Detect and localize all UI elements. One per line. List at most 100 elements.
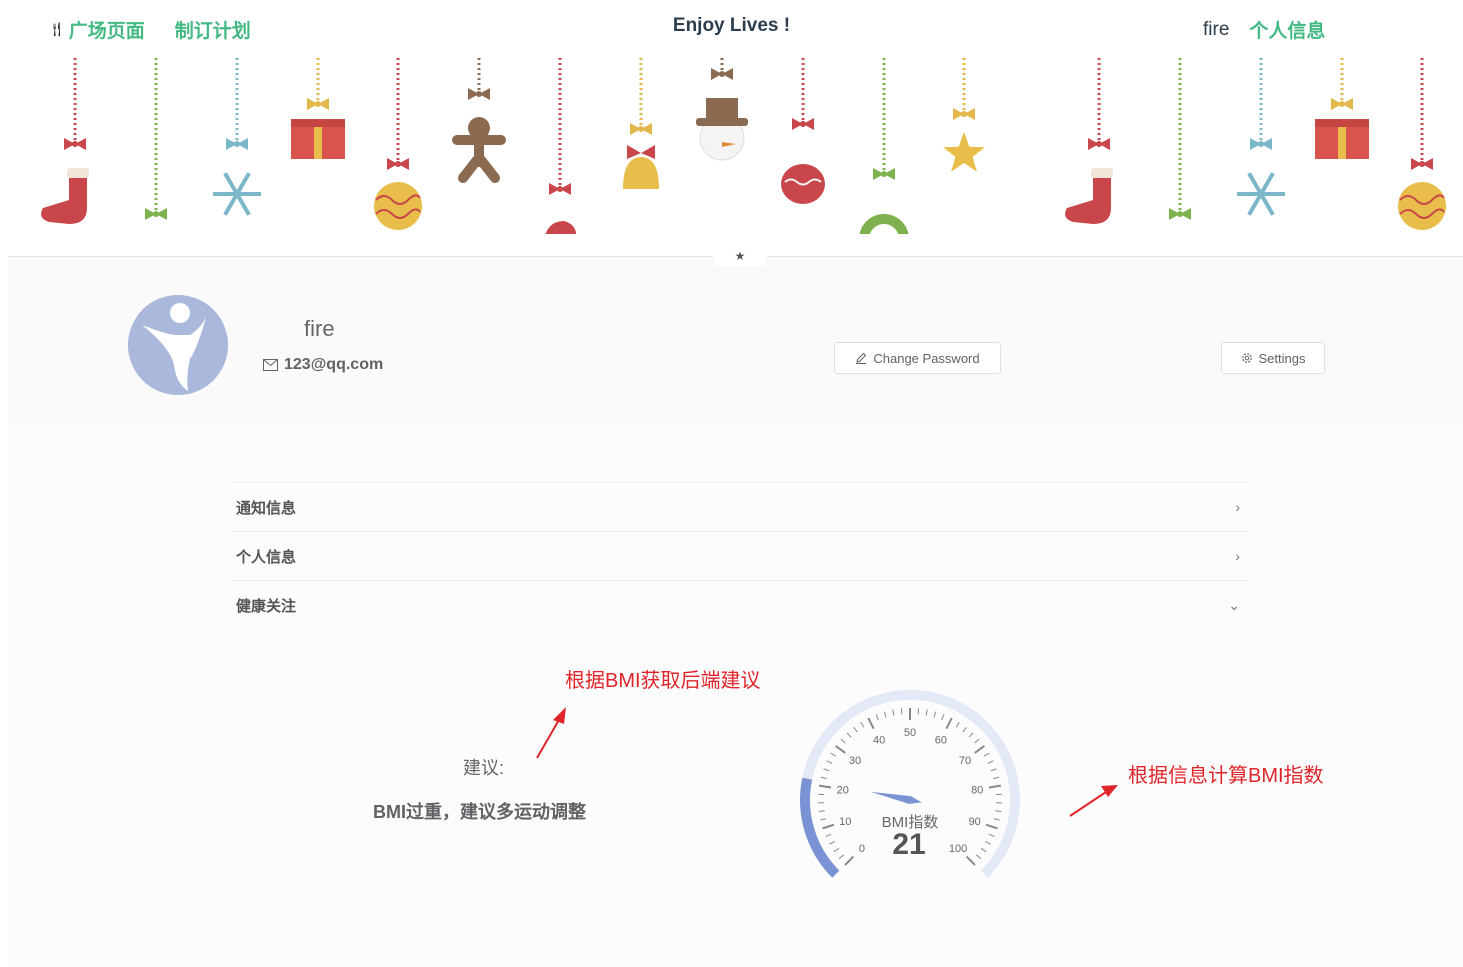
chevron-right-icon: ›: [1235, 499, 1240, 515]
star-icon: ★: [714, 246, 766, 266]
gauge-tick: [820, 818, 827, 821]
gauge-tick: [985, 840, 991, 845]
gauge-tick: [823, 768, 830, 772]
gauge-tick: [846, 732, 852, 738]
profile-name: fire: [304, 316, 335, 341]
gauge-tick-label: 40: [873, 734, 885, 746]
collapse-item-health[interactable]: 健康关注 ⌄: [232, 580, 1248, 629]
christmas-ornaments-banner: [41, 58, 1446, 234]
gauge-tick: [983, 752, 990, 757]
gauge-tick: [925, 709, 928, 716]
gauge-tick: [993, 818, 1000, 821]
edit-icon: [856, 352, 867, 364]
gauge-tick: [941, 714, 945, 721]
annotation-bmi-calc: 根据信息计算BMI指数: [1128, 765, 1324, 787]
chevron-down-icon: ⌄: [1228, 596, 1240, 613]
gauge-tick: [834, 745, 846, 754]
gauge-tick-label: 50: [904, 727, 916, 739]
collapse-panel: 通知信息 › 个人信息 › 健康关注 ⌄: [232, 482, 1248, 629]
gauge-tick: [830, 752, 837, 757]
gauge-tick: [975, 854, 982, 860]
snowflake-ornament-icon: [1237, 58, 1285, 216]
collapse-title: 健康关注: [236, 597, 297, 615]
gauge-tick: [917, 708, 920, 715]
gauge-tick-label: 90: [969, 816, 981, 828]
person-logo-icon: [128, 295, 228, 395]
collapse-title: 通知信息: [236, 499, 297, 517]
profile-email: 123@qq.com: [263, 356, 383, 374]
tree-ornament-icon: [1169, 58, 1191, 220]
gauge-tick: [825, 833, 832, 837]
gauge-tick: [844, 855, 855, 866]
gauge-tick: [883, 711, 887, 718]
settings-label: Settings: [1258, 350, 1306, 366]
gauge-tick-label: 80: [971, 784, 983, 796]
sack-ornament-icon: [781, 58, 825, 204]
gauge-tick: [818, 784, 832, 789]
gauge-tick: [988, 784, 1002, 789]
gauge-tick: [974, 738, 980, 744]
nav-right: fire 个人信息: [1203, 16, 1325, 43]
gingerbread-ornament-icon: [452, 58, 506, 183]
gauge-tick: [875, 714, 879, 721]
change-password-button[interactable]: Change Password: [834, 342, 1001, 374]
settings-button[interactable]: Settings: [1221, 342, 1325, 374]
tree-ornament-icon: [145, 58, 167, 220]
gauge-tick: [900, 708, 903, 715]
gauge-tick-label: 0: [859, 843, 865, 855]
snowflake-ornament-icon: [213, 58, 261, 216]
gauge-tick: [993, 776, 1000, 780]
gauge-tick: [990, 768, 997, 772]
stocking-ornament-icon: [41, 58, 89, 224]
gauge-tick: [965, 855, 976, 866]
change-password-label: Change Password: [873, 350, 980, 366]
gauge-tick: [955, 722, 960, 728]
gift-ornament-icon: [291, 58, 345, 159]
gauge-tick: [980, 847, 987, 853]
collapse-item-notifications[interactable]: 通知信息 ›: [232, 482, 1248, 531]
gauge-tick: [829, 840, 835, 845]
suggestion-label: 建议:: [463, 758, 505, 778]
gauge-tick-label: 60: [935, 734, 947, 746]
gauge-tick: [945, 717, 953, 730]
gauge-tick: [840, 738, 846, 744]
bell-ornament-icon: [623, 58, 659, 189]
profile-email-text: 123@qq.com: [284, 356, 384, 373]
gauge-tick: [860, 722, 865, 728]
chevron-right-icon: ›: [1235, 548, 1240, 564]
gear-icon: [1241, 353, 1252, 363]
ball-ornament-icon: [374, 58, 422, 230]
gauge-tick: [838, 854, 845, 860]
gauge-tick-label: 70: [959, 755, 971, 767]
gauge-tick-label: 100: [949, 843, 967, 855]
mail-icon: [263, 359, 278, 371]
star-ornament-icon: [943, 58, 985, 172]
hat-ornament-icon: [545, 58, 577, 234]
gauge-tick: [833, 847, 840, 853]
gauge-tick: [826, 760, 833, 764]
ball-ornament-icon: [1398, 58, 1446, 230]
collapse-title: 个人信息: [236, 548, 297, 566]
gauge-tick: [933, 711, 937, 718]
annotation-backend-advice: 根据BMI获取后端建议: [565, 670, 761, 692]
gauge-tick-label: 10: [839, 816, 851, 828]
gauge-tick: [995, 810, 1002, 813]
gauge-tick: [985, 823, 998, 830]
gauge-tick: [822, 823, 835, 830]
gauge-tick: [853, 726, 858, 733]
gauge-value: 21: [892, 828, 925, 861]
gauge-tick: [867, 717, 875, 730]
suggestion-text: BMI过重，建议多运动调整: [373, 802, 586, 822]
gauge-tick: [818, 810, 825, 813]
gauge-tick: [974, 745, 986, 754]
gauge-tick: [892, 709, 895, 716]
gauge-needle: [870, 791, 922, 804]
gift-ornament-icon: [1315, 58, 1369, 159]
gauge-tick: [820, 776, 827, 780]
bmi-gauge: 0102030405060708090100 BMI指数 21: [800, 689, 1020, 878]
nav-profile-link[interactable]: 个人信息: [1249, 16, 1325, 43]
gauge-tick-label: 20: [837, 784, 849, 796]
collapse-item-personal-info[interactable]: 个人信息 ›: [232, 531, 1248, 580]
nav-username[interactable]: fire: [1203, 19, 1229, 41]
avatar: [128, 295, 228, 395]
